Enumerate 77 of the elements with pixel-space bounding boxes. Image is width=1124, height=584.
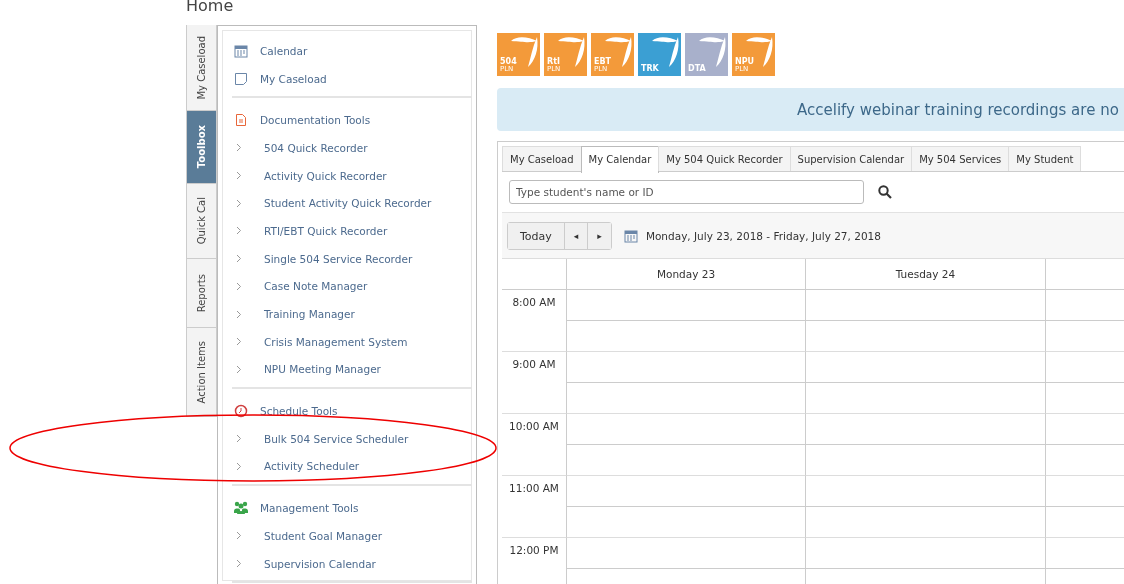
toolbox-link[interactable]: My Caseload bbox=[260, 72, 327, 85]
chevron-icon bbox=[236, 364, 242, 374]
tab[interactable]: My Calendar bbox=[580, 146, 660, 173]
calendar-icon bbox=[234, 43, 248, 58]
toolbox-link[interactable]: Student Activity Quick Recorder bbox=[264, 197, 432, 210]
section-heading: Documentation Tools bbox=[260, 114, 371, 127]
chevron-icon bbox=[236, 559, 242, 569]
calendar-slot[interactable] bbox=[566, 538, 805, 584]
search-icon bbox=[878, 185, 892, 199]
page-title: Home bbox=[186, 0, 235, 16]
calendar-slot[interactable] bbox=[566, 352, 805, 414]
chevron-icon bbox=[236, 171, 242, 181]
calendar-slot[interactable] bbox=[566, 290, 805, 352]
tab[interactable]: My Caseload bbox=[502, 146, 582, 171]
chevron-icon bbox=[236, 309, 242, 319]
toolbox-link[interactable]: Activity Quick Recorder bbox=[264, 169, 387, 182]
side-tab[interactable]: Toolbox bbox=[186, 111, 216, 184]
search-field[interactable]: Type student's name or ID bbox=[509, 180, 864, 204]
document-icon bbox=[234, 113, 248, 128]
time-label: 11:00 AM bbox=[509, 482, 559, 494]
calendar-slot[interactable] bbox=[805, 476, 1045, 538]
calendar-slot[interactable] bbox=[566, 476, 805, 538]
day-header: Monday 23 bbox=[566, 259, 805, 290]
date-range: Monday, July 23, 2018 - Friday, July 27, 2018 bbox=[645, 230, 881, 242]
chevron-icon bbox=[236, 531, 242, 541]
toolbox-link[interactable]: NPU Meeting Manager bbox=[264, 363, 381, 376]
side-tab[interactable]: Quick Cal bbox=[186, 184, 216, 259]
side-tab[interactable]: Reports bbox=[186, 259, 216, 328]
tile-label: EBT bbox=[594, 57, 612, 66]
tile-label: DTA bbox=[688, 64, 706, 73]
calendar-slot[interactable] bbox=[805, 414, 1045, 476]
tab[interactable]: Supervision Calendar bbox=[789, 146, 913, 171]
tile-label: RtI bbox=[547, 57, 561, 66]
day-header: Tuesday 24 bbox=[805, 259, 1045, 290]
calendar-icon bbox=[623, 229, 638, 243]
time-label: 9:00 AM bbox=[512, 358, 556, 370]
tile-label: TRK bbox=[641, 64, 659, 73]
section-heading: Schedule Tools bbox=[260, 405, 338, 418]
today-button[interactable]: Today bbox=[508, 223, 565, 249]
time-label: 8:00 AM bbox=[512, 296, 556, 308]
note-icon bbox=[234, 71, 248, 86]
calendar-slot[interactable] bbox=[566, 414, 805, 476]
people-icon bbox=[233, 501, 249, 516]
chevron-icon bbox=[236, 143, 242, 153]
chevron-icon bbox=[236, 254, 242, 264]
chevron-icon bbox=[236, 337, 242, 347]
tab[interactable]: My 504 Quick Recorder bbox=[658, 146, 791, 171]
side-tab[interactable]: Action Items bbox=[186, 328, 216, 417]
tab[interactable]: My 504 Services bbox=[911, 146, 1010, 171]
time-label: 10:00 AM bbox=[509, 420, 559, 432]
toolbox-link[interactable]: Training Manager bbox=[264, 308, 355, 321]
toolbox-link[interactable]: Bulk 504 Service Scheduler bbox=[264, 432, 409, 445]
chevron-icon bbox=[236, 226, 242, 236]
banner-text: Accelify webinar training recordings are no bbox=[797, 100, 1119, 119]
tab[interactable]: My Student bbox=[1008, 146, 1082, 171]
toolbox-link[interactable]: Calendar bbox=[260, 44, 308, 57]
section-heading: Management Tools bbox=[260, 502, 359, 515]
calendar-slot[interactable] bbox=[805, 290, 1045, 352]
calendar-slot[interactable] bbox=[805, 538, 1045, 584]
toolbox-link[interactable]: Case Note Manager bbox=[264, 280, 368, 293]
toolbox-link[interactable]: Activity Scheduler bbox=[264, 460, 360, 473]
chevron-icon bbox=[236, 281, 242, 291]
calendar-slot[interactable] bbox=[805, 352, 1045, 414]
toolbox-link[interactable]: Supervision Calendar bbox=[264, 557, 376, 570]
chevron-icon bbox=[236, 434, 242, 444]
side-tab[interactable]: My Caseload bbox=[186, 25, 216, 111]
chevron-icon bbox=[236, 198, 242, 208]
toolbox-link[interactable]: Single 504 Service Recorder bbox=[264, 252, 413, 265]
toolbox-link[interactable]: RTI/EBT Quick Recorder bbox=[264, 224, 388, 237]
toolbox-link[interactable]: 504 Quick Recorder bbox=[264, 141, 368, 154]
clock-icon bbox=[234, 404, 248, 419]
toolbox-link[interactable]: Student Goal Manager bbox=[264, 529, 382, 542]
time-label: 12:00 PM bbox=[509, 544, 559, 556]
tile-label: NPU bbox=[735, 57, 755, 66]
toolbox-link[interactable]: Crisis Management System bbox=[264, 335, 408, 348]
tile-label: 504 bbox=[500, 57, 517, 66]
chevron-icon bbox=[236, 461, 242, 471]
